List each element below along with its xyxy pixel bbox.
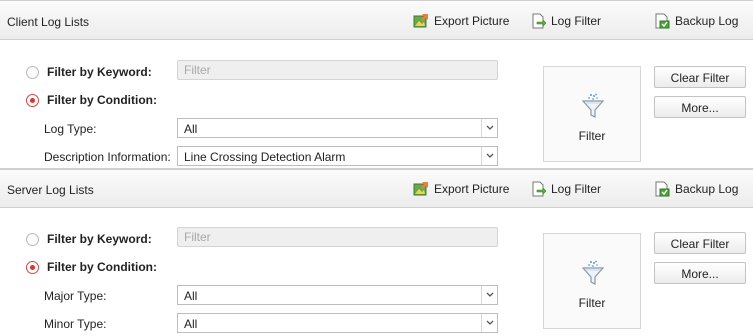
client-export-label: Export Picture: [434, 14, 510, 28]
client-keyword-input[interactable]: [177, 60, 498, 80]
server-condition-radio[interactable]: [26, 261, 39, 274]
server-clear-filter-button[interactable]: Clear Filter: [654, 232, 746, 254]
chevron-down-icon: [486, 153, 494, 158]
server-major-type-select[interactable]: All: [177, 285, 498, 305]
chevron-down-icon: [486, 125, 494, 130]
server-minor-type-label: Minor Type:: [44, 317, 107, 331]
server-filter-button[interactable]: Filter: [543, 233, 641, 329]
client-keyword-radio[interactable]: [26, 66, 39, 79]
client-log-title: Client Log Lists: [7, 15, 90, 29]
client-clear-filter-button[interactable]: Clear Filter: [654, 66, 746, 88]
server-major-type-value: All: [184, 289, 198, 303]
server-keyword-input[interactable]: [177, 227, 498, 247]
server-keyword-radio[interactable]: [26, 233, 39, 246]
chevron-down-icon: [486, 320, 494, 325]
server-minor-type-select[interactable]: All: [177, 313, 498, 333]
client-log-filter-label: Log Filter: [551, 14, 602, 28]
client-description-value: Line Crossing Detection Alarm: [184, 150, 346, 164]
export-picture-icon: [413, 14, 428, 28]
client-condition-label: Filter by Condition:: [47, 93, 157, 107]
log-filter-icon: [532, 13, 546, 29]
server-export-picture-button[interactable]: Export Picture: [413, 180, 509, 198]
client-log-header: Client Log Lists Export Picture Log Filt…: [0, 0, 753, 40]
backup-log-icon: [655, 13, 670, 29]
server-condition-label: Filter by Condition:: [47, 260, 157, 274]
server-log-title: Server Log Lists: [7, 183, 94, 197]
client-description-dropdown[interactable]: [481, 147, 497, 165]
server-minor-type-value: All: [184, 317, 198, 331]
client-description-label: Description Information:: [44, 150, 171, 164]
client-more-button[interactable]: More...: [654, 96, 746, 118]
export-picture-icon: [413, 182, 428, 196]
server-backup-log-button[interactable]: Backup Log: [654, 180, 738, 198]
server-major-type-dropdown[interactable]: [481, 286, 497, 304]
server-major-type-label: Major Type:: [44, 289, 107, 303]
server-export-label: Export Picture: [434, 182, 510, 196]
client-filter-label: Filter: [578, 129, 606, 143]
funnel-icon: [582, 260, 604, 285]
client-keyword-label: Filter by Keyword:: [47, 65, 152, 79]
client-log-type-value: All: [184, 122, 198, 136]
server-log-filter-label: Log Filter: [551, 182, 602, 196]
client-log-filter-button[interactable]: Log Filter: [530, 12, 601, 30]
client-log-type-label: Log Type:: [44, 122, 97, 136]
client-description-select[interactable]: Line Crossing Detection Alarm: [177, 146, 498, 166]
server-more-button[interactable]: More...: [654, 262, 746, 284]
server-keyword-label: Filter by Keyword:: [47, 232, 152, 246]
server-minor-type-dropdown[interactable]: [481, 314, 497, 332]
backup-log-icon: [655, 181, 670, 197]
server-filter-label: Filter: [578, 296, 606, 310]
server-log-header: Server Log Lists Export Picture Log Filt…: [0, 169, 753, 208]
chevron-down-icon: [486, 292, 494, 297]
server-backup-label: Backup Log: [675, 182, 739, 196]
client-filter-button[interactable]: Filter: [543, 66, 641, 162]
client-export-picture-button[interactable]: Export Picture: [413, 12, 509, 30]
server-log-section: Server Log Lists Export Picture Log Filt…: [0, 169, 753, 336]
client-backup-log-button[interactable]: Backup Log: [654, 12, 738, 30]
client-backup-label: Backup Log: [675, 14, 739, 28]
funnel-icon: [582, 93, 604, 118]
server-log-filter-button[interactable]: Log Filter: [530, 180, 601, 198]
client-log-section: Client Log Lists Export Picture Log Filt…: [0, 0, 753, 169]
client-condition-radio[interactable]: [26, 94, 39, 107]
log-filter-icon: [532, 181, 546, 197]
client-log-type-dropdown[interactable]: [481, 119, 497, 137]
client-log-type-select[interactable]: All: [177, 118, 498, 138]
